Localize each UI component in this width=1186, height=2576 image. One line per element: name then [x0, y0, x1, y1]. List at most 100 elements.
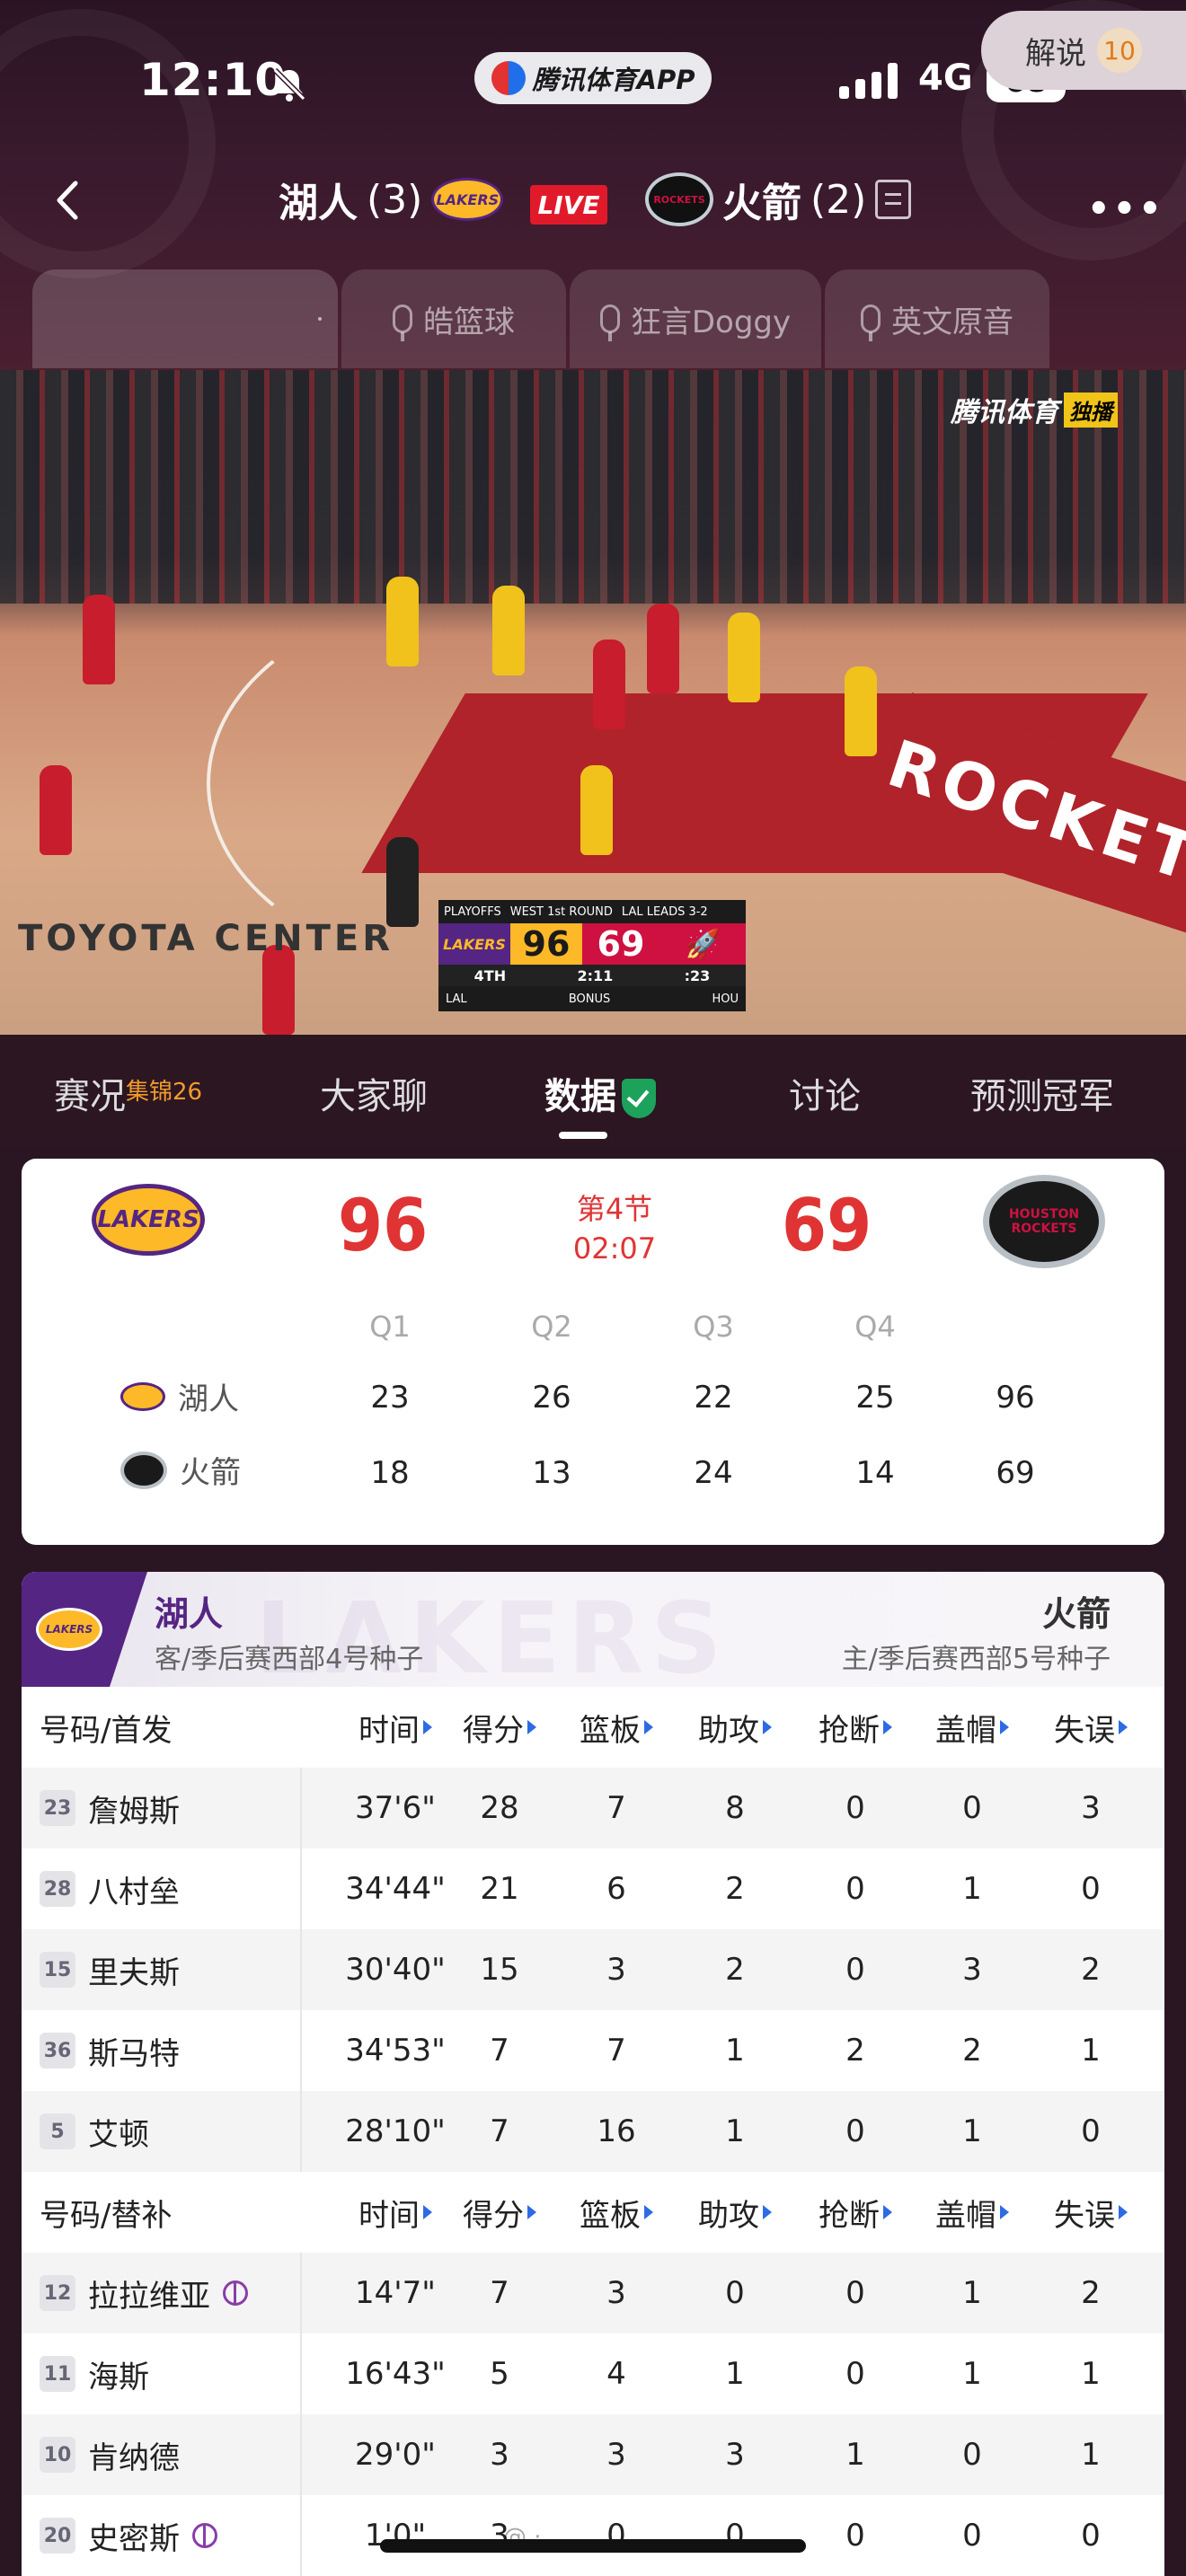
away-team-title[interactable]: 湖人 (3) LAKERS: [279, 171, 504, 228]
scorebug-round: WEST 1st ROUND: [509, 904, 613, 919]
quarter-score: 13: [532, 1455, 571, 1491]
stat-cell: 1: [725, 2356, 745, 2392]
app-return-pill[interactable]: 腾讯体育APP: [474, 52, 712, 104]
column-header-sort[interactable]: 得分: [446, 2172, 553, 2253]
sort-arrow-icon: [1000, 1720, 1009, 1734]
column-header-sort[interactable]: 失误: [1037, 1687, 1145, 1768]
home-team-title[interactable]: ROCKETS 火箭 (2): [645, 171, 912, 228]
away-team-tab[interactable]: 湖人: [155, 1586, 223, 1636]
stat-cell: 1: [725, 2033, 745, 2069]
column-header-sort[interactable]: 盖帽: [918, 2172, 1026, 2253]
stat-cell: 0: [845, 2275, 865, 2311]
scorebug-bonus: BONUS: [568, 992, 611, 1006]
column-divider: [300, 2414, 302, 2495]
commentary-option-2[interactable]: 狂言Doggy: [570, 269, 821, 368]
stat-cell: 3: [1081, 1790, 1101, 1826]
stat-cell: 37'6": [355, 1790, 436, 1826]
column-header-sort[interactable]: 得分: [446, 1687, 553, 1768]
commentary-option-3[interactable]: 英文原音: [825, 269, 1049, 368]
commentary-count-button[interactable]: 解说 10: [981, 11, 1186, 90]
player-row[interactable]: 10 肯纳德 29'0" 3 3 3 1 0 1: [22, 2414, 1164, 2495]
column-header-sort[interactable]: 助攻: [681, 1687, 789, 1768]
column-divider: [300, 2091, 302, 2172]
lakers-logo-icon[interactable]: LAKERS: [92, 1184, 205, 1256]
quarter-score: 24: [694, 1455, 733, 1491]
stat-cell: 1: [1081, 2356, 1101, 2392]
quarter-score: 23: [370, 1380, 410, 1416]
column-header-sort[interactable]: 篮板: [562, 1687, 670, 1768]
stats-header-row: 号码/替补 时间 得分 篮板 助攻 抢断 盖帽 失误: [22, 2172, 1164, 2253]
player-name-cell: 12 拉拉维亚: [22, 2253, 248, 2333]
player-name: 里夫斯: [88, 1954, 180, 1991]
column-header-sort[interactable]: 时间: [341, 1687, 449, 1768]
sort-arrow-icon: [423, 1720, 432, 1734]
stat-cell: 1: [845, 2437, 865, 2473]
stat-cell: 0: [962, 2518, 982, 2554]
rockets-logo-icon[interactable]: HOUSTON ROCKETS: [983, 1175, 1105, 1268]
quarter-score: 25: [855, 1380, 895, 1416]
column-header-sort[interactable]: 助攻: [681, 2172, 789, 2253]
tab-game-status[interactable]: 赛况集锦26: [54, 1067, 202, 1119]
tab-stats[interactable]: 数据: [544, 1067, 656, 1119]
commentary-option-label: 皓篮球: [423, 304, 515, 340]
stat-cell: 21: [480, 1871, 519, 1907]
column-header-sort[interactable]: 盖帽: [918, 1687, 1026, 1768]
player-name-cell: 5 艾顿: [22, 2091, 149, 2172]
column-header-label: 助攻: [698, 1712, 759, 1749]
home-team-tab[interactable]: 火箭: [1042, 1586, 1111, 1636]
stat-cell: 34'44": [345, 1871, 446, 1907]
total-score: 96: [996, 1380, 1035, 1416]
commentary-default[interactable]: [32, 269, 338, 368]
stat-cell: 0: [1081, 2518, 1101, 2554]
column-header-sort[interactable]: 抢断: [801, 1687, 909, 1768]
video-player-figure: [580, 765, 613, 855]
stat-cell: 6: [606, 1871, 626, 1907]
column-header-sort[interactable]: 篮板: [562, 2172, 670, 2253]
back-icon[interactable]: [45, 176, 93, 225]
tab-discussion[interactable]: 讨论: [789, 1067, 861, 1119]
tab-chat[interactable]: 大家聊: [320, 1067, 428, 1119]
home-indicator[interactable]: [380, 2539, 806, 2553]
column-header-sort[interactable]: 抢断: [801, 2172, 909, 2253]
jersey-number: 28: [40, 1871, 75, 1907]
commentary-selector: 皓篮球 狂言Doggy 英文原音: [32, 269, 1186, 368]
quarter-score: 14: [855, 1455, 895, 1491]
player-row[interactable]: 12 拉拉维亚 14'7" 7 3 0 0 1 2: [22, 2253, 1164, 2333]
player-row[interactable]: 20 史密斯 1'0" 3 0 0 0 0 0: [22, 2495, 1164, 2576]
series-list-icon[interactable]: [875, 180, 912, 219]
sort-arrow-icon: [644, 1720, 653, 1734]
column-divider: [300, 2253, 302, 2333]
player-row[interactable]: 15 里夫斯 30'40" 15 3 2 0 3 2: [22, 1929, 1164, 2010]
player-row[interactable]: 11 海斯 16'43" 5 4 1 0 1 1: [22, 2333, 1164, 2414]
more-options-icon[interactable]: •••: [1087, 189, 1164, 230]
player-row[interactable]: 5 艾顿 28'10" 7 16 1 0 1 0: [22, 2091, 1164, 2172]
stat-cell: 0: [1081, 1871, 1101, 1907]
sort-arrow-icon: [883, 1720, 892, 1734]
scorebug-clock: 2:11: [577, 966, 614, 984]
match-header: 12:10 腾讯体育APP 4G 68 湖人 (3) LAKERS LIVE R…: [0, 0, 1186, 370]
stat-cell: 8: [725, 1790, 745, 1826]
scorebug-header: PLAYOFFS WEST 1st ROUND LAL LEADS 3-2: [438, 900, 746, 923]
column-header-sort[interactable]: 时间: [341, 2172, 449, 2253]
stat-cell: 7: [606, 1790, 626, 1826]
commentary-option-1[interactable]: 皓篮球: [341, 269, 566, 368]
stat-cell: 14'7": [355, 2275, 436, 2311]
quarter-row-team: 湖人: [178, 1381, 239, 1417]
player-row[interactable]: 36 斯马特 34'53" 7 7 1 2 2 1: [22, 2010, 1164, 2091]
live-video-player[interactable]: ROCKETS TOYOTA CENTER 腾讯体育 独播 PLAYOFFS W…: [0, 370, 1186, 1035]
sort-arrow-icon: [883, 2205, 892, 2219]
scorebug-main: LAKERS 96 69 🚀: [438, 923, 746, 965]
video-player-figure: [845, 666, 877, 756]
player-name: 八村垒: [88, 1874, 180, 1910]
stat-cell: 3: [725, 2437, 745, 2473]
player-row[interactable]: 23 詹姆斯 37'6" 28 7 8 0 0 3: [22, 1768, 1164, 1848]
column-header-sort[interactable]: 失误: [1037, 2172, 1145, 2253]
stat-cell: 15: [480, 1952, 519, 1988]
tab-predict-champion[interactable]: 预测冠军: [970, 1067, 1114, 1119]
sort-arrow-icon: [1000, 2205, 1009, 2219]
stat-cell: 2: [845, 2033, 865, 2069]
stat-cell: 7: [490, 2033, 509, 2069]
player-row[interactable]: 28 八村垒 34'44" 21 6 2 0 1 0: [22, 1848, 1164, 1929]
column-header-label: 时间: [358, 1712, 420, 1749]
player-name: 史密斯: [88, 2520, 180, 2557]
